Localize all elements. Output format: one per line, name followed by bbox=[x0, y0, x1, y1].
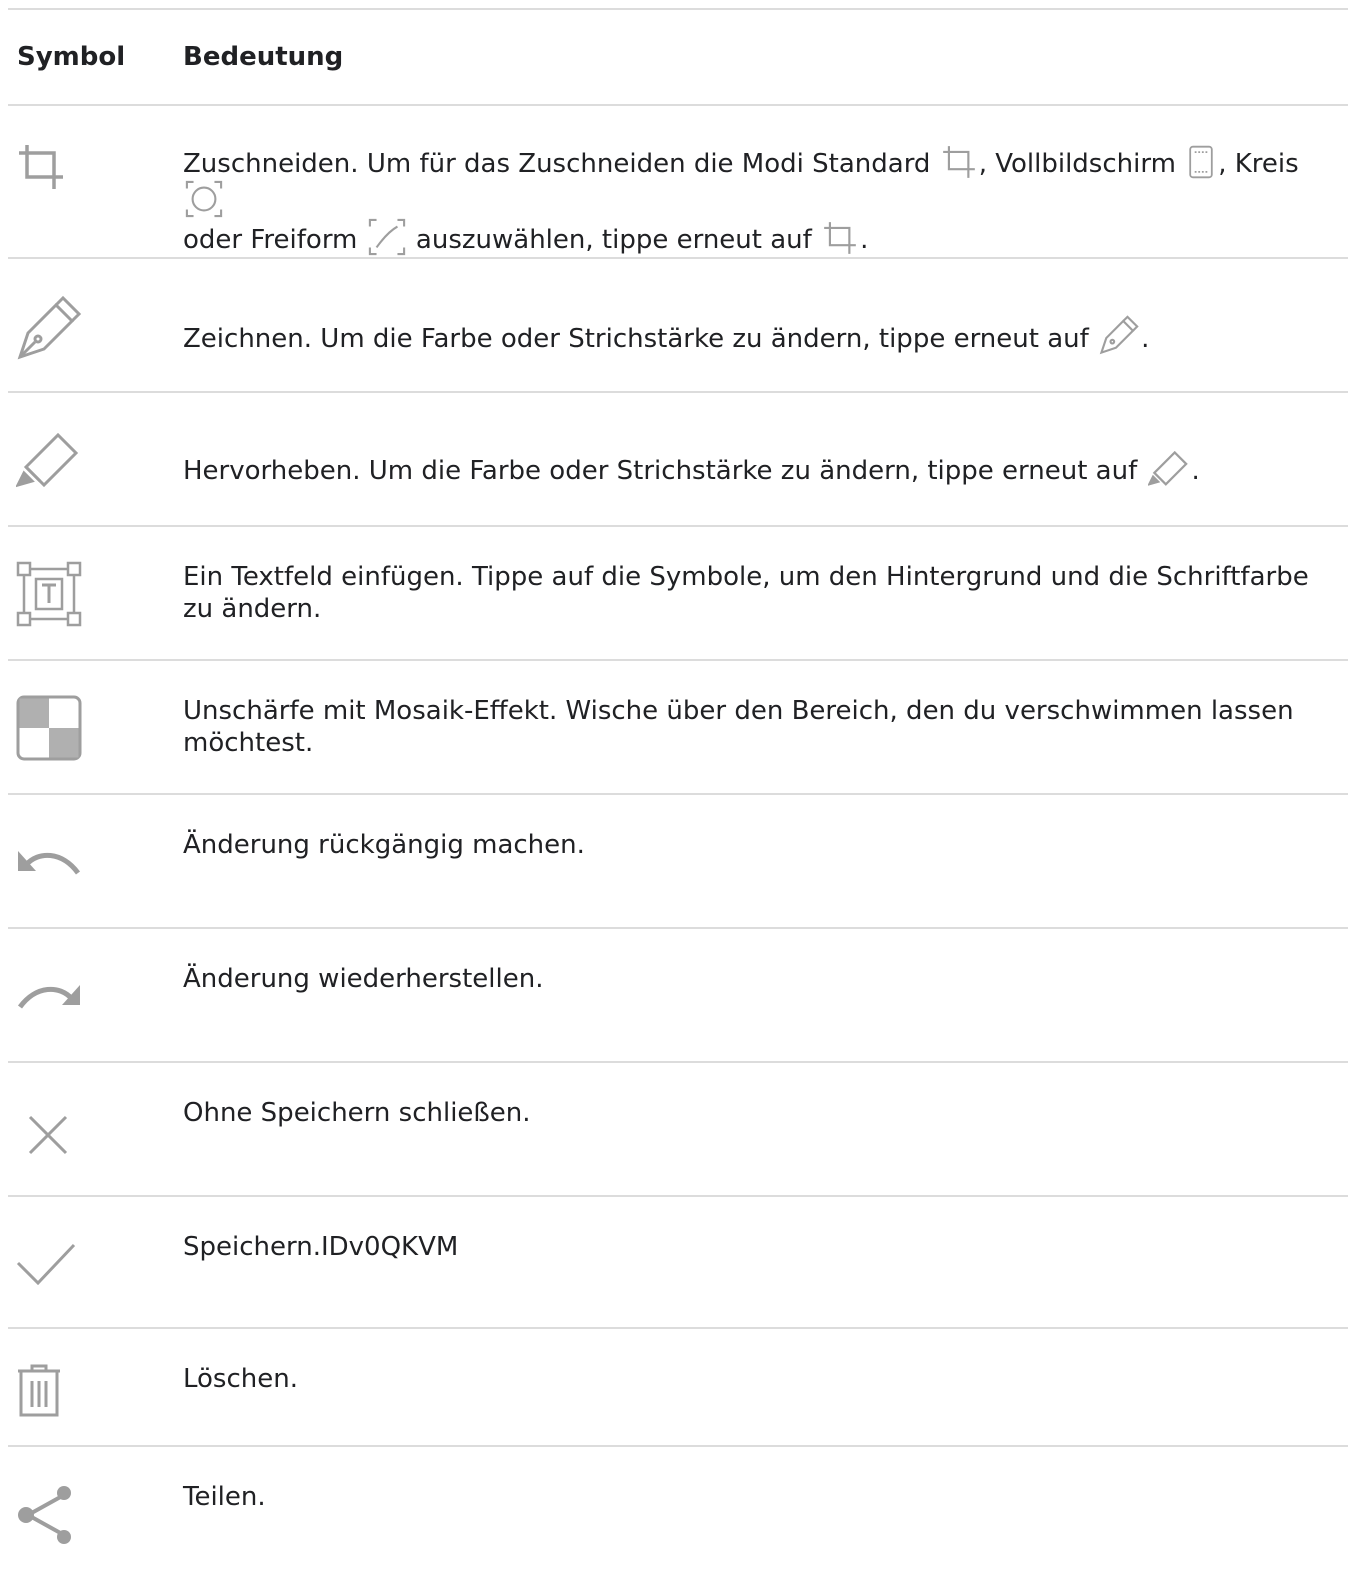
trash-icon bbox=[18, 1364, 60, 1417]
undo-icon bbox=[18, 851, 81, 875]
crop-circle-icon bbox=[185, 180, 223, 218]
row-text: Ohne Speichern schließen. bbox=[183, 1098, 531, 1128]
table-row: Speichern.IDv0QKVM bbox=[8, 1196, 1348, 1328]
row-text: Zuschneiden. Um für das Zuschneiden die … bbox=[176, 105, 1348, 258]
column-header-meaning: Bedeutung bbox=[183, 42, 344, 72]
row-text: Unschärfe mit Mosaik-Effekt. Wische über… bbox=[183, 696, 1294, 758]
draw-pen-icon bbox=[17, 295, 82, 360]
row-text: Löschen. bbox=[183, 1364, 298, 1394]
redo-icon bbox=[17, 985, 80, 1009]
table-row: Änderung rückgängig machen. bbox=[8, 794, 1348, 928]
row-text: Speichern.IDv0QKVM bbox=[183, 1232, 459, 1262]
mosaic-blur-icon bbox=[16, 695, 82, 761]
row-text: Hervorheben. Um die Farbe oder Strichstä… bbox=[176, 392, 1348, 526]
table-row: Teilen. bbox=[8, 1446, 1348, 1586]
table-row: Ein Textfeld einfügen. Tippe auf die Sym… bbox=[8, 526, 1348, 660]
crop-icon bbox=[19, 145, 63, 189]
row-text: Zeichnen. Um die Farbe oder Strichstärke… bbox=[176, 258, 1348, 392]
table-row: Unschärfe mit Mosaik-Effekt. Wische über… bbox=[8, 660, 1348, 794]
row-text: Ein Textfeld einfügen. Tippe auf die Sym… bbox=[183, 562, 1309, 624]
symbol-table: Symbol Bedeutung Zuschneiden. Um für das… bbox=[8, 8, 1348, 1586]
crop-fullscreen-icon bbox=[1189, 145, 1213, 179]
highlighter-icon bbox=[16, 433, 79, 488]
crop-standard-icon bbox=[942, 146, 975, 178]
row-text: Teilen. bbox=[183, 1482, 266, 1512]
table-row: Zuschneiden. Um für das Zuschneiden die … bbox=[8, 105, 1348, 258]
share-icon bbox=[18, 1486, 71, 1544]
table-row: Änderung wiederherstellen. bbox=[8, 928, 1348, 1062]
highlighter-icon bbox=[1147, 451, 1188, 486]
table-row: Ohne Speichern schließen. bbox=[8, 1062, 1348, 1196]
column-header-symbol: Symbol bbox=[17, 42, 126, 72]
row-text: Änderung rückgängig machen. bbox=[183, 830, 585, 860]
draw-pen-icon bbox=[1099, 315, 1139, 355]
checkmark-icon bbox=[16, 1243, 76, 1285]
table-header-row: Symbol Bedeutung bbox=[8, 9, 1348, 105]
close-icon bbox=[28, 1115, 68, 1155]
table-row: Zeichnen. Um die Farbe oder Strichstärke… bbox=[8, 258, 1348, 392]
table-row: Löschen. bbox=[8, 1328, 1348, 1446]
crop-icon bbox=[824, 222, 856, 254]
row-text: Änderung wiederherstellen. bbox=[183, 964, 544, 994]
crop-freeform-icon bbox=[368, 218, 405, 256]
table-row: Hervorheben. Um die Farbe oder Strichstä… bbox=[8, 392, 1348, 526]
text-box-icon bbox=[16, 561, 82, 627]
